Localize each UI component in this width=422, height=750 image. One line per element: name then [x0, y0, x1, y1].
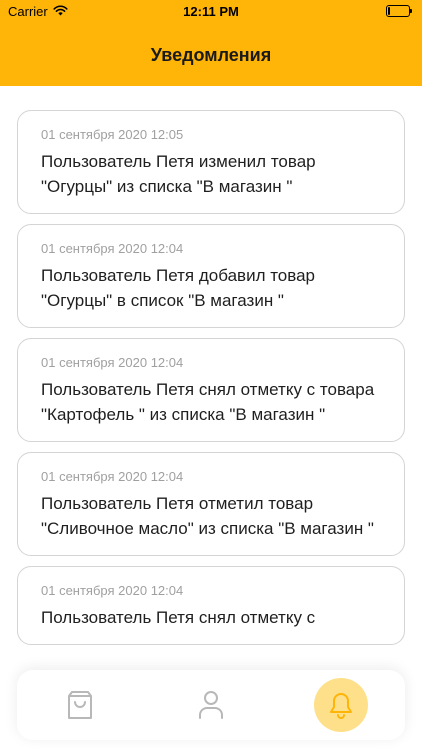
notification-date: 01 сентября 2020 12:04 — [41, 241, 184, 256]
notification-text: Пользователь Петя изменил товар "Огурцы"… — [41, 152, 316, 196]
tab-notifications[interactable] — [314, 678, 368, 732]
status-time: 12:11 PM — [183, 4, 239, 19]
shopping-bag-icon — [66, 690, 94, 720]
notification-card[interactable]: 01 сентября 2020 12:04 Пользователь Петя… — [17, 452, 405, 556]
notification-date: 01 сентября 2020 12:05 — [41, 127, 184, 142]
user-icon — [198, 690, 224, 720]
notification-text: Пользователь Петя снял отметку с товара … — [41, 380, 375, 424]
notification-date: 01 сентября 2020 12:04 — [41, 583, 184, 598]
notification-date: 01 сентября 2020 12:04 — [41, 469, 184, 484]
battery-level — [388, 7, 390, 15]
page-title: Уведомления — [150, 45, 272, 65]
notifications-list[interactable]: 01 сентября 2020 12:05 Пользователь Петя… — [0, 86, 422, 750]
status-bar: Carrier 12:11 PM — [0, 0, 422, 24]
notification-card[interactable]: 01 сентября 2020 12:05 Пользователь Петя… — [17, 110, 405, 214]
notifications-screen: Carrier 12:11 PM Уведомления 01 сентября… — [0, 0, 422, 750]
bell-icon — [328, 691, 354, 719]
notification-date: 01 сентября 2020 12:04 — [41, 355, 184, 370]
notification-text: Пользователь Петя отметил товар "Сливочн… — [41, 494, 374, 538]
battery-icon — [386, 5, 412, 17]
tab-shopping-lists[interactable] — [53, 678, 107, 732]
notification-card[interactable]: 01 сентября 2020 12:04 Пользователь Петя… — [17, 566, 405, 645]
notification-text: Пользователь Петя снял отметку с — [41, 608, 316, 627]
notification-card[interactable]: 01 сентября 2020 12:04 Пользователь Петя… — [17, 224, 405, 328]
tab-profile[interactable] — [184, 678, 238, 732]
header: Carrier 12:11 PM Уведомления — [0, 0, 422, 86]
notification-text: Пользователь Петя добавил товар "Огурцы"… — [41, 266, 316, 310]
bottom-tab-bar — [17, 670, 405, 740]
notification-card[interactable]: 01 сентября 2020 12:04 Пользователь Петя… — [17, 338, 405, 442]
